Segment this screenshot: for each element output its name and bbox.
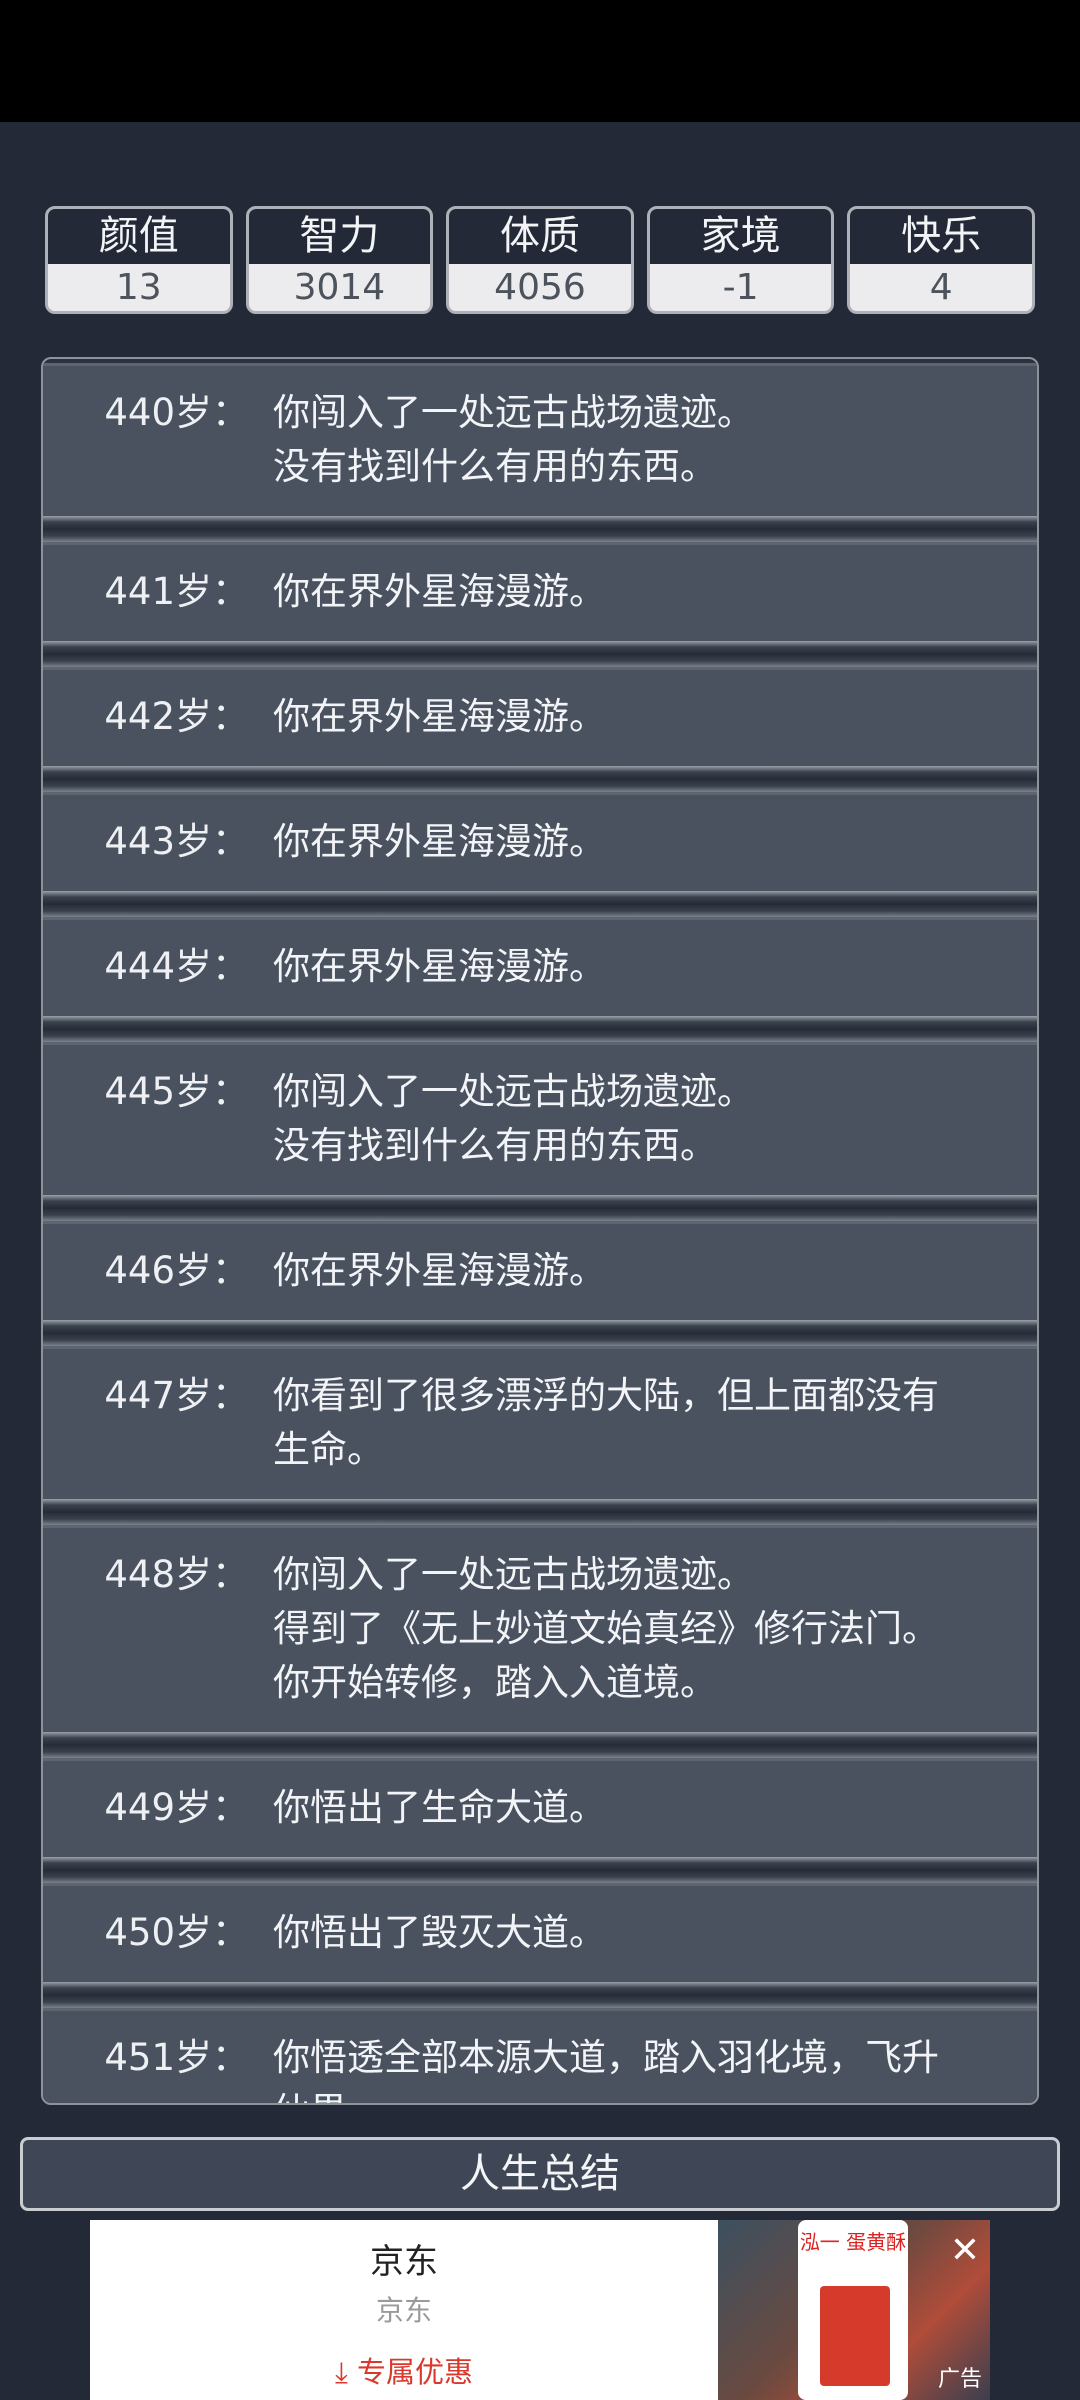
log-age: 443岁： bbox=[104, 820, 249, 863]
log-entry: 440岁： 你闯入了一处远古战场遗迹。 没有找到什么有用的东西。 bbox=[43, 363, 1037, 542]
log-text: 你在界外星海漫游。 bbox=[249, 1244, 1007, 1298]
log-text: 你在界外星海漫游。 bbox=[249, 940, 1007, 994]
log-entry: 447岁： 你看到了很多漂浮的大陆，但上面都没有 生命。 bbox=[43, 1346, 1037, 1525]
log-age: 451岁： bbox=[104, 2036, 249, 2079]
log-entry: 450岁： 你悟出了毁灭大道。 bbox=[43, 1883, 1037, 2008]
log-text: 你闯入了一处远古战场遗迹。 没有找到什么有用的东西。 bbox=[249, 1065, 1007, 1173]
log-text: 你悟出了生命大道。 bbox=[249, 1781, 1007, 1835]
log-entry: 449岁： 你悟出了生命大道。 bbox=[43, 1758, 1037, 1883]
life-summary-button[interactable]: 人生总结 bbox=[20, 2137, 1060, 2211]
log-entry: 451岁：你悟透全部本源大道，踏入羽化境，飞升仙界。你作为“人”的一生结束了。 bbox=[43, 2008, 1037, 2103]
log-age: 441岁： bbox=[104, 570, 249, 613]
log-entry: 448岁： 你闯入了一处远古战场遗迹。 得到了《无上妙道文始真经》修行法门。 你开始转… bbox=[43, 1525, 1037, 1758]
log-line: 没有找到什么有用的东西。 bbox=[273, 1124, 717, 1167]
log-line: 你悟出了生命大道。 bbox=[273, 1786, 606, 1829]
log-age: 440岁： bbox=[104, 391, 249, 434]
log-line: 你在界外星海漫游。 bbox=[273, 695, 606, 738]
log-entry: 445岁： 你闯入了一处远古战场遗迹。 没有找到什么有用的东西。 bbox=[43, 1042, 1037, 1221]
log-line: 仙界。 bbox=[273, 2085, 1007, 2103]
stat-label: 体质 bbox=[449, 209, 631, 264]
log-line: 你在界外星海漫游。 bbox=[273, 820, 606, 863]
log-line: 你在界外星海漫游。 bbox=[273, 945, 606, 988]
log-line: 你悟出了毁灭大道。 bbox=[273, 1911, 606, 1954]
log-entry: 441岁： 你在界外星海漫游。 bbox=[43, 542, 1037, 667]
log-line: 你开始转修，踏入入道境。 bbox=[273, 1661, 717, 1704]
stat-value: 13 bbox=[48, 264, 230, 311]
log-entry: 444岁： 你在界外星海漫游。 bbox=[43, 917, 1037, 1042]
log-text: 你闯入了一处远古战场遗迹。 没有找到什么有用的东西。 bbox=[249, 386, 1007, 494]
log-text: 你闯入了一处远古战场遗迹。得到了《无上妙道文始真经》修行法门。 你开始转修，踏入入… bbox=[249, 1548, 1007, 1710]
stat-constitution: 体质 4056 bbox=[446, 206, 634, 314]
ad-cta-button[interactable]: ⤓ 专属优惠 bbox=[90, 2349, 718, 2391]
log-text: 你在界外星海漫游。 bbox=[249, 565, 1007, 619]
attribute-panel: 颜值 13 智力 3014 体质 4056 家境 -1 快乐 4 bbox=[45, 206, 1035, 314]
ad-cta-label: 专属优惠 bbox=[357, 2355, 474, 2389]
log-line: 你悟透全部本源大道，踏入羽化境，飞升 bbox=[273, 2036, 939, 2079]
download-arrow-icon: ⤓ bbox=[334, 2355, 348, 2389]
ad-subtitle: 京东 bbox=[375, 2294, 432, 2327]
ad-banner[interactable]: 京东 京东 ⤓ 专属优惠 泓一 蛋黄酥 ✕ 广告 bbox=[90, 2220, 990, 2400]
log-age: 445岁： bbox=[104, 1070, 249, 1113]
log-text: 你悟透全部本源大道，踏入羽化境，飞升仙界。你作为“人”的一生结束了。 bbox=[249, 2031, 1007, 2103]
log-age: 449岁： bbox=[104, 1786, 249, 1829]
status-bar bbox=[0, 0, 1080, 122]
log-line: 得到了《无上妙道文始真经》修行法门。 bbox=[273, 1607, 939, 1650]
log-entry: 442岁： 你在界外星海漫游。 bbox=[43, 667, 1037, 792]
ad-product-card: 泓一 蛋黄酥 bbox=[798, 2220, 908, 2400]
stat-label: 快乐 bbox=[850, 209, 1032, 264]
stat-label: 家境 bbox=[649, 209, 832, 264]
ad-product-image[interactable]: 泓一 蛋黄酥 ✕ 广告 bbox=[718, 2220, 990, 2400]
log-text: 你在界外星海漫游。 bbox=[249, 690, 1007, 744]
log-entry: 446岁： 你在界外星海漫游。 bbox=[43, 1221, 1037, 1346]
log-line: 你闯入了一处远古战场遗迹。 bbox=[273, 391, 754, 434]
stat-intelligence: 智力 3014 bbox=[245, 206, 434, 314]
log-line: 你闯入了一处远古战场遗迹。 bbox=[273, 1070, 754, 1113]
log-line: 你在界外星海漫游。 bbox=[273, 570, 606, 613]
log-age: 446岁： bbox=[104, 1249, 249, 1292]
life-log[interactable]: 440岁： 你闯入了一处远古战场遗迹。 没有找到什么有用的东西。 441岁： 你在界外星… bbox=[41, 357, 1039, 2105]
stat-appearance: 颜值 13 bbox=[45, 206, 233, 314]
log-line: 你看到了很多漂浮的大陆，但上面都没有 bbox=[273, 1374, 939, 1417]
log-text: 你看到了很多漂浮的大陆，但上面都没有 生命。 bbox=[249, 1369, 1007, 1477]
stat-happiness: 快乐 4 bbox=[847, 206, 1035, 314]
stat-family: 家境 -1 bbox=[646, 206, 835, 314]
log-age: 450岁： bbox=[104, 1911, 249, 1954]
log-line: 你在界外星海漫游。 bbox=[273, 1249, 606, 1292]
log-text: 你在界外星海漫游。 bbox=[249, 815, 1007, 869]
log-age: 442岁： bbox=[104, 695, 249, 738]
ad-text-block[interactable]: 京东 京东 ⤓ 专属优惠 bbox=[90, 2220, 718, 2400]
log-line: 生命。 bbox=[273, 1428, 384, 1471]
stat-label: 颜值 bbox=[48, 209, 230, 264]
log-entry: 443岁： 你在界外星海漫游。 bbox=[43, 792, 1037, 917]
log-line: 你闯入了一处远古战场遗迹。 bbox=[273, 1553, 754, 1596]
stat-value: 3014 bbox=[248, 264, 431, 311]
product-box-image bbox=[820, 2286, 890, 2386]
ad-label: 广告 bbox=[937, 2367, 982, 2392]
log-line: 没有找到什么有用的东西。 bbox=[273, 445, 717, 488]
log-age: 448岁： bbox=[104, 1553, 249, 1596]
close-icon[interactable]: ✕ bbox=[940, 2226, 990, 2276]
stat-value: -1 bbox=[649, 264, 832, 311]
stat-value: 4 bbox=[850, 264, 1032, 311]
stat-label: 智力 bbox=[248, 209, 431, 264]
stat-value: 4056 bbox=[449, 264, 631, 311]
log-age: 444岁： bbox=[104, 945, 249, 988]
log-age: 447岁： bbox=[104, 1374, 249, 1417]
log-text: 你悟出了毁灭大道。 bbox=[249, 1906, 1007, 1960]
ad-title: 京东 bbox=[370, 2242, 438, 2282]
ad-product-text: 泓一 蛋黄酥 bbox=[799, 2230, 907, 2254]
